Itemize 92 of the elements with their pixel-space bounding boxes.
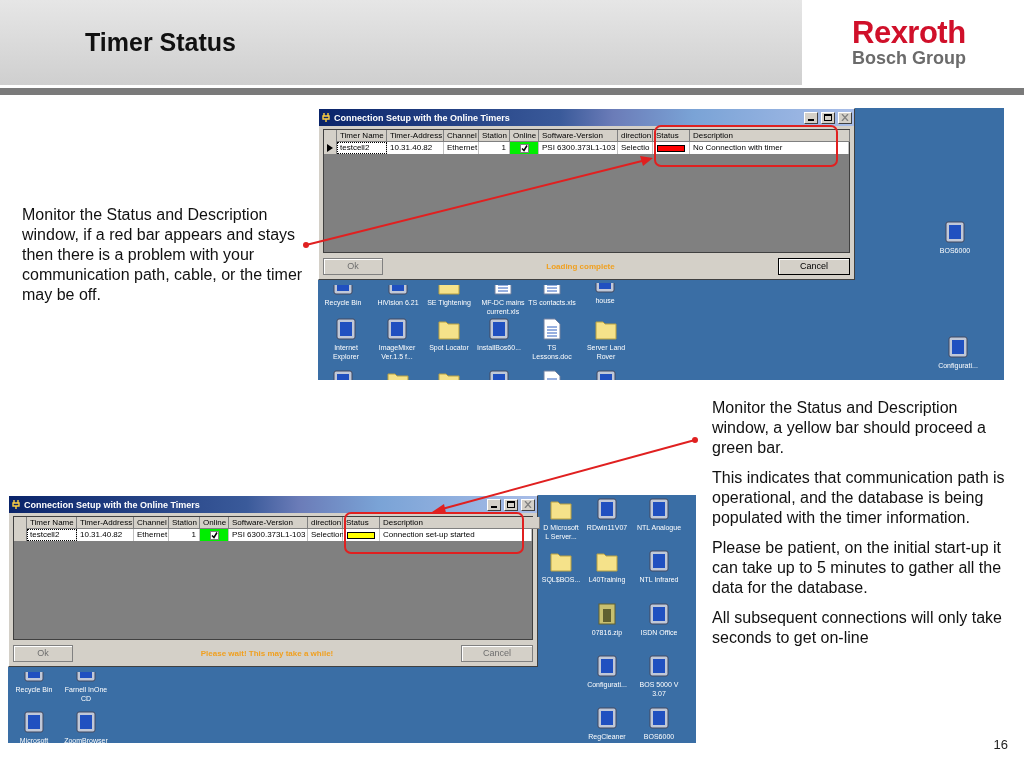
column-header[interactable]: direction bbox=[308, 517, 343, 529]
program-icon bbox=[648, 498, 670, 520]
column-header[interactable]: Description bbox=[690, 130, 850, 142]
column-header[interactable]: Online bbox=[510, 130, 539, 142]
program-icon bbox=[386, 318, 408, 340]
cancel-button[interactable]: Cancel bbox=[778, 257, 850, 275]
program-icon bbox=[944, 221, 966, 243]
column-header[interactable]: Online bbox=[200, 517, 229, 529]
column-header[interactable]: Timer Name bbox=[27, 517, 77, 529]
maximize-button[interactable] bbox=[821, 111, 835, 124]
minimize-button[interactable] bbox=[804, 111, 818, 124]
program-icon bbox=[648, 550, 670, 572]
column-header[interactable]: Timer-Address bbox=[77, 517, 134, 529]
column-header[interactable]: Channel bbox=[444, 130, 479, 142]
program-icon bbox=[332, 285, 354, 295]
column-header[interactable]: Description bbox=[380, 517, 540, 529]
column-header[interactable]: Timer Name bbox=[337, 130, 387, 142]
archive-icon bbox=[596, 603, 618, 625]
address-cell: 10.31.40.82 bbox=[77, 529, 134, 541]
description-cell: Connection set-up started bbox=[380, 529, 532, 541]
close-button[interactable] bbox=[521, 498, 535, 511]
column-header[interactable]: Channel bbox=[134, 517, 169, 529]
timer-name-cell: testcell2 bbox=[337, 142, 387, 154]
address-cell: 10.31.40.82 bbox=[387, 142, 444, 154]
close-button[interactable] bbox=[838, 111, 852, 124]
status-message: Loading complete bbox=[545, 261, 616, 271]
version-cell: PSI 6300.373L1-103 bbox=[539, 142, 618, 154]
program-icon bbox=[594, 283, 616, 293]
row-pointer-icon bbox=[327, 144, 333, 152]
slide-title: Timer Status bbox=[85, 28, 237, 57]
maximize-button[interactable] bbox=[504, 498, 518, 511]
document-icon bbox=[541, 318, 563, 340]
note-paragraph: This indicates that communication path is operational, and the database is being populated with the timer information. bbox=[712, 468, 1006, 528]
note-paragraph: Monitor the Status and Description window, a yellow bar should proceed a green bar. bbox=[712, 398, 987, 458]
program-icon bbox=[947, 336, 969, 358]
version-cell: PSI 6300.373L1-103 bbox=[229, 529, 308, 541]
close-icon bbox=[524, 501, 532, 508]
document-icon bbox=[541, 285, 563, 295]
note-paragraph: All subsequent connections will only take seconds to get on-line bbox=[712, 608, 1003, 648]
program-icon bbox=[75, 672, 97, 682]
logo-brand: Rexroth bbox=[852, 17, 967, 48]
program-icon bbox=[648, 707, 670, 729]
program-icon bbox=[387, 285, 409, 295]
program-icon bbox=[596, 707, 618, 729]
note-paragraph: Please be patient, on the initial start-up it can take up to 5 minutes to gather all the data for the database. bbox=[712, 538, 1003, 598]
column-header[interactable]: direction bbox=[618, 130, 653, 142]
page-number: 16 bbox=[993, 737, 1008, 752]
program-icon bbox=[23, 672, 45, 682]
folder-icon bbox=[438, 318, 460, 340]
program-icon bbox=[75, 711, 97, 733]
folder-icon bbox=[438, 285, 460, 295]
window-title: Connection Setup with the Online Timers bbox=[334, 112, 511, 123]
column-header[interactable]: Software-Version bbox=[229, 517, 308, 529]
station-cell: 1 bbox=[479, 142, 510, 154]
timer-name-cell: testcell2 bbox=[27, 529, 77, 541]
folder-icon bbox=[550, 498, 572, 520]
station-cell: 1 bbox=[169, 529, 200, 541]
program-icon bbox=[23, 711, 45, 733]
plug-icon bbox=[321, 112, 331, 123]
logo-subtitle: Bosch Group bbox=[852, 47, 967, 68]
column-header[interactable]: Status bbox=[653, 130, 690, 142]
channel-cell: Ethernet bbox=[134, 529, 169, 541]
column-header[interactable]: Status bbox=[343, 517, 380, 529]
close-icon bbox=[841, 114, 849, 121]
document-icon bbox=[492, 285, 514, 295]
folder-icon bbox=[596, 550, 618, 572]
description-cell: No Connection with timer bbox=[690, 142, 849, 154]
column-header[interactable]: Timer-Address bbox=[387, 130, 444, 142]
program-icon bbox=[596, 655, 618, 677]
program-icon bbox=[335, 318, 357, 340]
program-icon bbox=[648, 655, 670, 677]
program-icon bbox=[648, 603, 670, 625]
column-header[interactable]: Station bbox=[169, 517, 200, 529]
status-message: Please wait! This may take a while! bbox=[199, 648, 335, 658]
maximize-icon bbox=[824, 114, 832, 121]
row-selector[interactable] bbox=[324, 142, 337, 154]
column-header[interactable]: Software-Version bbox=[539, 130, 618, 142]
window-title: Connection Setup with the Online Timers bbox=[24, 499, 201, 510]
program-icon bbox=[596, 498, 618, 520]
folder-icon bbox=[595, 318, 617, 340]
plug-icon bbox=[11, 499, 21, 510]
online-checkbox[interactable] bbox=[519, 143, 529, 153]
direction-cell: Selectio bbox=[618, 142, 653, 154]
direction-cell: Selection bbox=[308, 529, 343, 541]
column-header[interactable]: Station bbox=[479, 130, 510, 142]
program-icon bbox=[488, 318, 510, 340]
minimize-button[interactable] bbox=[487, 498, 501, 511]
channel-cell: Ethernet bbox=[444, 142, 479, 154]
maximize-icon bbox=[507, 501, 515, 508]
folder-icon bbox=[550, 550, 572, 572]
note-paragraph: Monitor the Status and Description window, if a red bar appears and stays then there is a problem with your communication path, cable, or the timer may be off. bbox=[22, 205, 304, 305]
online-checkbox[interactable] bbox=[209, 530, 219, 540]
